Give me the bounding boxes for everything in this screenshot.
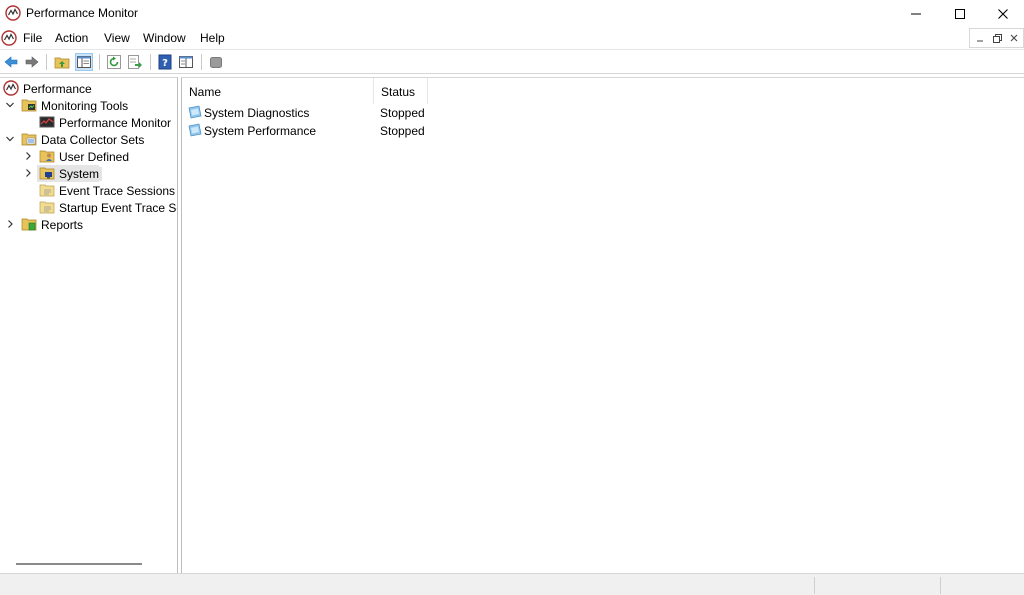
reports-icon <box>21 218 37 231</box>
svg-text:?: ? <box>162 58 168 69</box>
event-trace-icon <box>39 184 55 197</box>
menu-view[interactable]: View <box>104 31 130 45</box>
performance-monitor-app-icon <box>5 5 21 21</box>
toolbar-separator <box>150 54 151 70</box>
back-icon <box>4 56 18 68</box>
status-bar-separator <box>814 577 815 594</box>
show-hide-tree-icon <box>77 56 91 68</box>
tree-item-performance-monitor[interactable]: Performance Monitor <box>0 114 177 131</box>
chevron-down-icon[interactable] <box>5 99 15 111</box>
menu-action[interactable]: Action <box>55 31 88 45</box>
collector-set-icon <box>188 123 202 137</box>
close-icon <box>998 8 1008 19</box>
export-list-button[interactable] <box>126 53 144 71</box>
menu-bar: File Action View Window Help <box>0 27 1024 49</box>
list-item-name: System Diagnostics <box>204 106 310 120</box>
toolbar-separator <box>99 54 100 70</box>
chevron-right-icon[interactable] <box>23 167 33 179</box>
tree-item-label: Performance Monitor <box>59 116 172 130</box>
data-collector-sets-icon <box>21 133 37 146</box>
maximize-button[interactable] <box>937 0 983 27</box>
refresh-icon <box>107 55 121 69</box>
child-close-button[interactable] <box>1006 30 1022 46</box>
console-tree[interactable]: Performance Monitoring Tools Performance… <box>0 77 178 573</box>
title-bar: Performance Monitor <box>0 0 1024 27</box>
restore-icon <box>992 33 1002 43</box>
up-folder-icon <box>54 57 70 69</box>
chevron-down-icon[interactable] <box>5 133 15 145</box>
menu-help[interactable]: Help <box>200 31 225 45</box>
tree-item-startup-event-trace-sessions[interactable]: Startup Event Trace Sess <box>0 199 177 216</box>
minimize-icon <box>911 13 921 14</box>
system-folder-icon <box>39 167 55 180</box>
status-bar-separator <box>940 577 941 594</box>
status-bar <box>0 573 1024 595</box>
column-header-status[interactable]: Status <box>374 78 428 104</box>
refresh-button[interactable] <box>105 53 123 71</box>
menu-file[interactable]: File <box>23 31 42 45</box>
results-pane: Name Status System Diagnostics Stopped S… <box>181 77 1024 573</box>
tree-horizontal-scrollbar[interactable] <box>16 563 142 565</box>
monitoring-tools-icon <box>21 99 37 112</box>
minimize-button[interactable] <box>893 0 939 27</box>
window-title: Performance Monitor <box>26 6 139 20</box>
list-item-status: Stopped <box>380 124 425 138</box>
list-item-system-performance[interactable]: System Performance Stopped <box>182 121 1024 139</box>
toolbar: ? <box>0 49 1024 74</box>
tree-item-user-defined[interactable]: User Defined <box>0 148 177 165</box>
up-one-level-button[interactable] <box>53 53 71 71</box>
back-button[interactable] <box>2 53 20 71</box>
list-item-system-diagnostics[interactable]: System Diagnostics Stopped <box>182 103 1024 121</box>
help-icon: ? <box>158 54 172 70</box>
stop-icon <box>210 57 222 68</box>
performance-monitor-icon <box>39 116 55 128</box>
menu-window[interactable]: Window <box>143 31 186 45</box>
child-restore-button[interactable] <box>989 30 1005 46</box>
tree-item-system[interactable]: System <box>0 165 177 182</box>
tree-item-label: System <box>56 167 103 181</box>
export-list-icon <box>128 55 142 69</box>
collector-set-icon <box>188 105 202 119</box>
chevron-right-icon[interactable] <box>5 218 15 230</box>
list-item-status: Stopped <box>380 106 425 120</box>
properties-button[interactable] <box>177 53 195 71</box>
properties-icon <box>179 56 193 68</box>
tree-item-label: Event Trace Sessions <box>59 184 176 198</box>
help-button[interactable]: ? <box>156 53 174 71</box>
tree-item-monitoring-tools[interactable]: Monitoring Tools <box>0 97 177 114</box>
column-header-name[interactable]: Name <box>182 78 374 104</box>
toolbar-separator <box>201 54 202 70</box>
tree-item-label: Reports <box>41 218 84 232</box>
list-item-name: System Performance <box>204 124 317 138</box>
show-hide-console-tree-button[interactable] <box>75 53 93 71</box>
stop-button[interactable] <box>207 53 225 71</box>
maximize-icon <box>955 8 965 19</box>
tree-item-label: Performance <box>23 82 92 96</box>
forward-icon <box>25 56 39 68</box>
chevron-right-icon[interactable] <box>23 150 33 162</box>
user-defined-icon <box>39 150 55 163</box>
tree-item-label: Monitoring Tools <box>41 99 129 113</box>
close-icon <box>1010 34 1018 42</box>
toolbar-separator <box>46 54 47 70</box>
forward-button[interactable] <box>23 53 41 71</box>
system-menu-icon[interactable] <box>1 30 17 46</box>
performance-icon <box>3 80 19 96</box>
tree-item-performance[interactable]: Performance <box>0 80 177 97</box>
tree-item-label: Data Collector Sets <box>41 133 145 147</box>
minimize-icon <box>977 40 983 42</box>
child-minimize-button[interactable] <box>972 30 988 46</box>
tree-item-reports[interactable]: Reports <box>0 216 177 233</box>
tree-item-event-trace-sessions[interactable]: Event Trace Sessions <box>0 182 177 199</box>
tree-item-label: Startup Event Trace Sess <box>59 201 177 215</box>
close-button[interactable] <box>980 0 1024 27</box>
tree-item-data-collector-sets[interactable]: Data Collector Sets <box>0 131 177 148</box>
startup-trace-icon <box>39 201 55 214</box>
tree-item-label: User Defined <box>59 150 130 164</box>
